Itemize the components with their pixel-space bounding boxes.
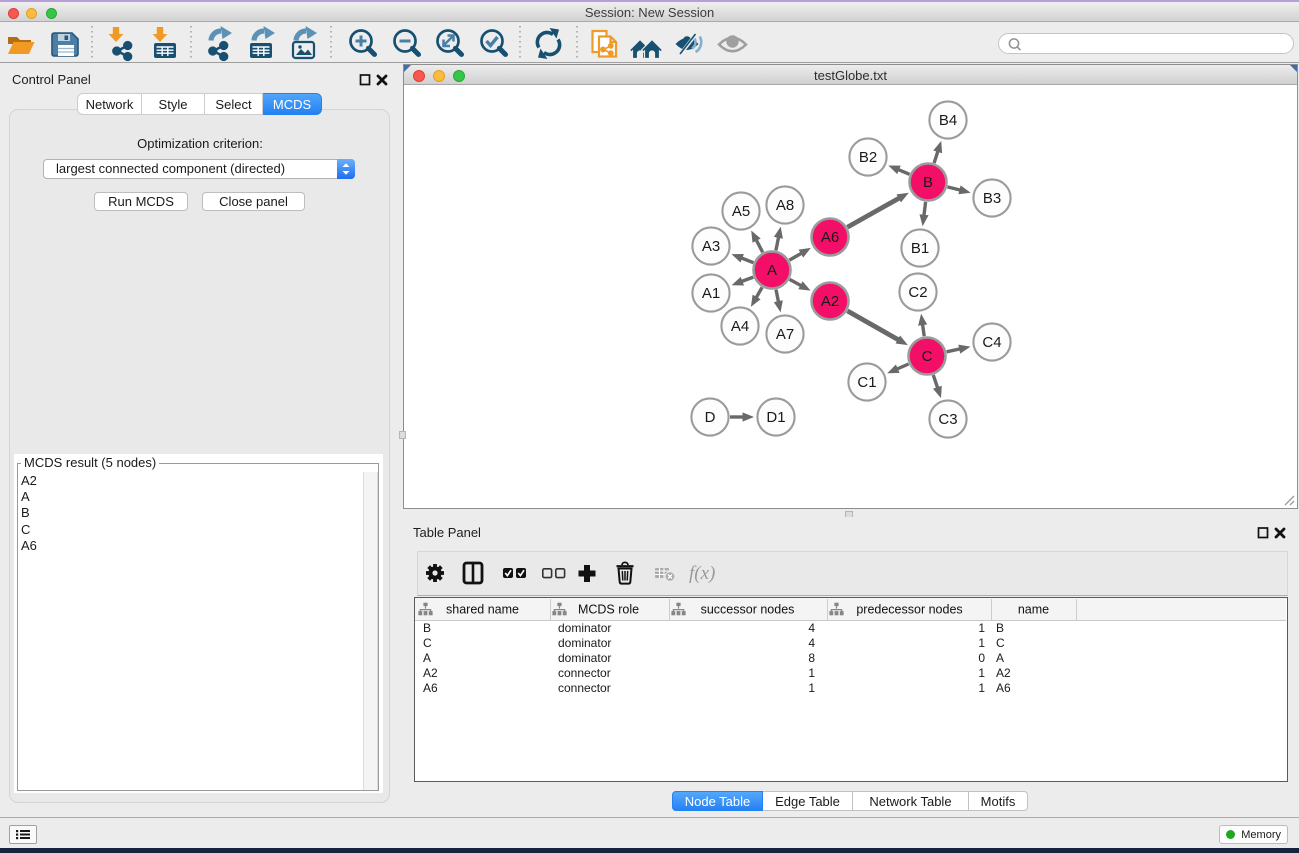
svg-text:C3: C3 xyxy=(938,411,957,428)
svg-text:A1: A1 xyxy=(702,285,720,302)
svg-text:B3: B3 xyxy=(983,190,1001,207)
svg-text:B4: B4 xyxy=(939,112,957,129)
svg-text:successor nodes: successor nodes xyxy=(701,603,795,617)
svg-text:B: B xyxy=(923,174,933,191)
svg-text:A6: A6 xyxy=(821,229,839,246)
svg-text:name: name xyxy=(1018,603,1049,617)
svg-text:A: A xyxy=(767,262,777,279)
svg-text:C2: C2 xyxy=(908,284,927,301)
svg-text:B2: B2 xyxy=(859,149,877,166)
svg-text:A5: A5 xyxy=(732,203,750,220)
svg-text:predecessor nodes: predecessor nodes xyxy=(856,603,962,617)
svg-text:A8: A8 xyxy=(776,197,794,214)
svg-text:A4: A4 xyxy=(731,318,749,335)
svg-text:D: D xyxy=(705,409,716,426)
svg-text:MCDS role: MCDS role xyxy=(578,603,639,617)
svg-text:shared name: shared name xyxy=(446,603,519,617)
svg-text:C4: C4 xyxy=(982,334,1001,351)
svg-text:B1: B1 xyxy=(911,240,929,257)
svg-text:A3: A3 xyxy=(702,238,720,255)
svg-text:D1: D1 xyxy=(766,409,785,426)
svg-text:C: C xyxy=(922,348,933,365)
svg-text:C1: C1 xyxy=(857,374,876,391)
svg-text:A2: A2 xyxy=(821,293,839,310)
svg-text:A7: A7 xyxy=(776,326,794,343)
svg-text:f(x): f(x) xyxy=(689,563,715,584)
